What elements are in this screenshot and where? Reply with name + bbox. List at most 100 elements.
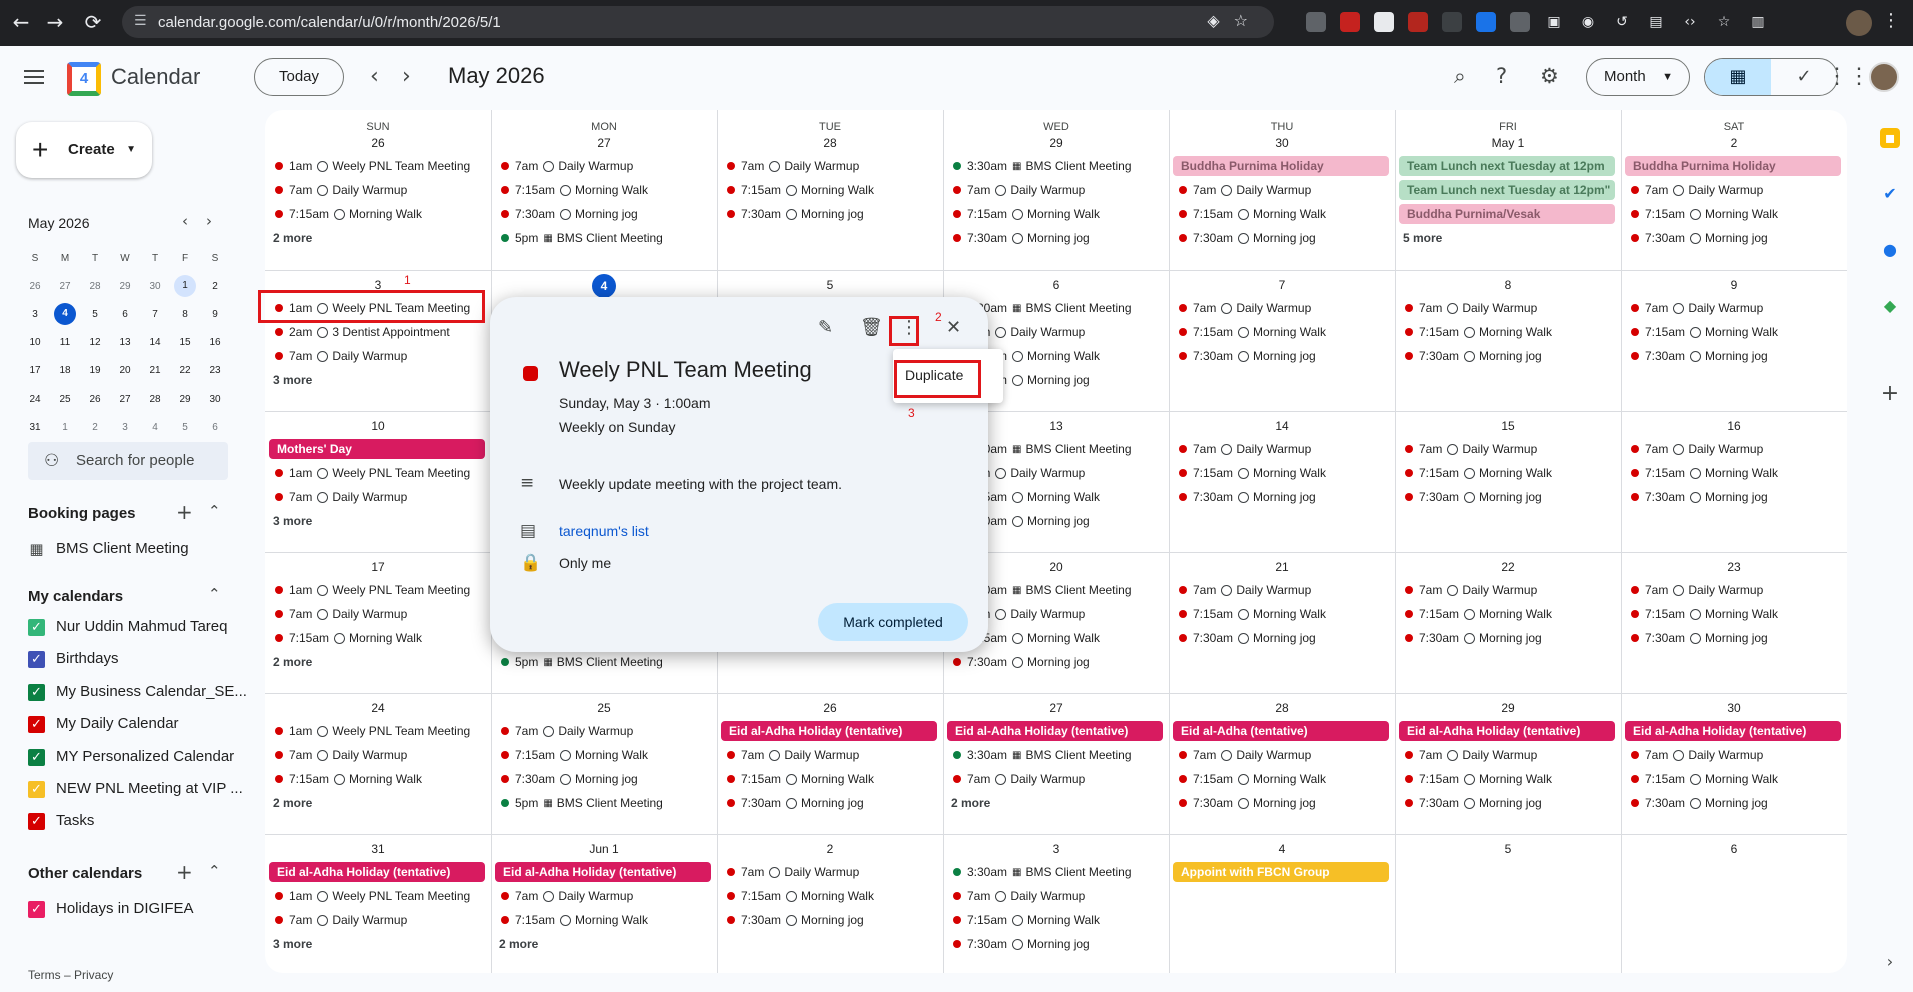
location-icon[interactable]: ◉ <box>1578 12 1598 32</box>
all-day-event[interactable]: Eid al-Adha Holiday (tentative) <box>947 721 1163 741</box>
event-chip[interactable]: 7:15am Morning Walk <box>719 180 939 200</box>
event-chip[interactable]: 7am Daily Warmup <box>719 156 939 176</box>
event-chip[interactable]: 7:30am Morning jog <box>719 793 939 813</box>
mini-day[interactable]: 6 <box>200 422 230 433</box>
all-day-event[interactable]: Team Lunch next Tuesday at 12pm" <box>1399 180 1615 200</box>
event-chip[interactable]: 7:15am Morning Walk <box>945 910 1165 930</box>
day-number[interactable]: 7 <box>1169 278 1395 292</box>
forward-icon[interactable]: → <box>38 10 72 34</box>
event-chip[interactable]: 7:15am Morning Walk <box>1623 604 1843 624</box>
day-number[interactable]: 4 <box>491 274 717 298</box>
mini-day[interactable]: 13 <box>110 337 140 348</box>
mark-completed-button[interactable]: Mark completed <box>818 603 968 641</box>
event-chip[interactable]: 7:30am Morning jog <box>1171 487 1391 507</box>
feather-extension-icon[interactable] <box>1442 12 1462 32</box>
day-number[interactable]: 28 <box>717 136 943 150</box>
day-number[interactable]: 9 <box>1621 278 1847 292</box>
event-chip[interactable]: 7:15am Morning Walk <box>1171 769 1391 789</box>
calendar-item[interactable]: ✓ My Daily Calendar <box>28 715 179 737</box>
event-calendar-link[interactable]: tareqnum's list <box>559 523 649 539</box>
more-events-link[interactable]: 3 more <box>273 373 312 387</box>
event-chip[interactable]: 7am Daily Warmup <box>267 346 487 366</box>
mini-day[interactable]: 15 <box>170 337 200 348</box>
event-chip[interactable]: 7:15am Morning Walk <box>493 745 713 765</box>
checkbox-checked-icon[interactable]: ✓ <box>28 619 45 636</box>
settings-gear-icon[interactable]: ⚙ <box>1540 64 1559 88</box>
mini-day[interactable]: 4 <box>50 303 80 326</box>
devtools-icon[interactable]: ‹› <box>1680 12 1700 32</box>
create-button[interactable]: + Create ▼ <box>16 122 152 178</box>
add-other-calendar-icon[interactable]: + <box>176 860 193 884</box>
day-number[interactable]: 29 <box>943 136 1169 150</box>
all-day-event[interactable]: Eid al-Adha Holiday (tentative) <box>1625 721 1841 741</box>
mini-day[interactable]: 14 <box>140 337 170 348</box>
event-chip[interactable]: 7:30am Morning jog <box>1623 346 1843 366</box>
mini-day[interactable]: 25 <box>50 394 80 405</box>
event-chip[interactable]: 7:30am Morning jog <box>1623 228 1843 248</box>
mini-day[interactable]: 11 <box>50 337 80 348</box>
mini-day[interactable]: 24 <box>20 394 50 405</box>
event-chip[interactable]: 7:30am Morning jog <box>1397 346 1617 366</box>
day-number[interactable]: 17 <box>265 560 491 574</box>
calendar-item[interactable]: ✓ Tasks <box>28 812 94 834</box>
event-chip[interactable]: 7:30am Morning jog <box>945 228 1165 248</box>
event-chip[interactable]: 7am Daily Warmup <box>493 156 713 176</box>
mini-day[interactable]: 27 <box>50 281 80 292</box>
day-number[interactable]: 26 <box>265 136 491 150</box>
mini-calendar-nav[interactable]: ‹› <box>182 212 230 230</box>
calendar-item[interactable]: ✓ My Business Calendar_SE... <box>28 683 247 705</box>
delete-trash-icon[interactable]: 🗑 <box>860 317 883 338</box>
mini-day[interactable]: 20 <box>110 365 140 376</box>
day-number[interactable]: 5 <box>717 278 943 292</box>
event-chip[interactable]: 7:15am Morning Walk <box>1623 204 1843 224</box>
maps-icon[interactable]: ◆ <box>1880 296 1900 316</box>
event-chip[interactable]: 2am 3 Dentist Appointment <box>267 322 487 342</box>
event-chip[interactable]: 3:30am ▦BMS Client Meeting <box>945 156 1165 176</box>
event-chip[interactable]: 7:30am Morning jog <box>1623 793 1843 813</box>
day-number[interactable]: 22 <box>1395 560 1621 574</box>
day-number[interactable]: 16 <box>1621 419 1847 433</box>
event-chip[interactable]: 7:30am Morning jog <box>1171 793 1391 813</box>
event-chip[interactable]: 7am Daily Warmup <box>945 886 1165 906</box>
day-number[interactable]: 30 <box>1621 701 1847 715</box>
more-events-link[interactable]: 2 more <box>273 231 312 245</box>
mini-day[interactable]: 5 <box>80 309 110 320</box>
checkbox-checked-icon[interactable]: ✓ <box>28 748 45 766</box>
event-chip[interactable]: 7:15am Morning Walk <box>1623 463 1843 483</box>
day-number[interactable]: 10 <box>265 419 491 433</box>
next-month-icon[interactable]: › <box>402 64 411 89</box>
day-number[interactable]: 2 <box>1621 136 1847 150</box>
event-chip[interactable]: 7am Daily Warmup <box>1171 180 1391 200</box>
day-number[interactable]: 3 <box>943 842 1169 856</box>
event-chip[interactable]: 7:30am Morning jog <box>945 652 1165 672</box>
day-number[interactable]: 2 <box>717 842 943 856</box>
bookmark-star-icon[interactable]: ◈☆ <box>1207 11 1262 30</box>
mini-day[interactable]: 21 <box>140 365 170 376</box>
all-day-event[interactable]: Buddha Purnima Holiday <box>1173 156 1389 176</box>
event-chip[interactable]: 7:30am Morning jog <box>1623 487 1843 507</box>
help-icon[interactable]: ? <box>1496 64 1507 88</box>
day-number[interactable]: 5 <box>1395 842 1621 856</box>
event-chip[interactable]: 7am Daily Warmup <box>267 745 487 765</box>
more-events-link[interactable]: 2 more <box>273 655 312 669</box>
mini-day[interactable]: 28 <box>80 281 110 292</box>
mini-day[interactable]: 26 <box>80 394 110 405</box>
collapse-icon[interactable]: ⌃ <box>208 502 221 520</box>
event-chip[interactable]: 7am Daily Warmup <box>1171 298 1391 318</box>
calendar-view-icon[interactable]: ▦ <box>1705 59 1771 95</box>
event-chip[interactable]: 7:15am Morning Walk <box>493 910 713 930</box>
event-chip[interactable]: 7:30am Morning jog <box>493 204 713 224</box>
mini-day[interactable]: 17 <box>20 365 50 376</box>
event-chip[interactable]: 7:30am Morning jog <box>945 934 1165 954</box>
event-chip[interactable]: 7am Daily Warmup <box>1623 745 1843 765</box>
event-chip[interactable]: 7:15am Morning Walk <box>1171 463 1391 483</box>
event-chip[interactable]: 1am Weely PNL Team Meeting <box>267 580 487 600</box>
all-day-event[interactable]: Team Lunch next Tuesday at 12pm <box>1399 156 1615 176</box>
event-chip[interactable]: 7:15am Morning Walk <box>267 769 487 789</box>
mini-day[interactable]: 1 <box>170 275 200 298</box>
all-day-event[interactable]: Eid al-Adha (tentative) <box>1173 721 1389 741</box>
mini-day[interactable]: 27 <box>110 394 140 405</box>
event-chip[interactable]: 7:15am Morning Walk <box>1397 769 1617 789</box>
close-icon[interactable]: ✕ <box>946 317 961 338</box>
calendar-item[interactable]: ✓ Birthdays <box>28 650 119 672</box>
